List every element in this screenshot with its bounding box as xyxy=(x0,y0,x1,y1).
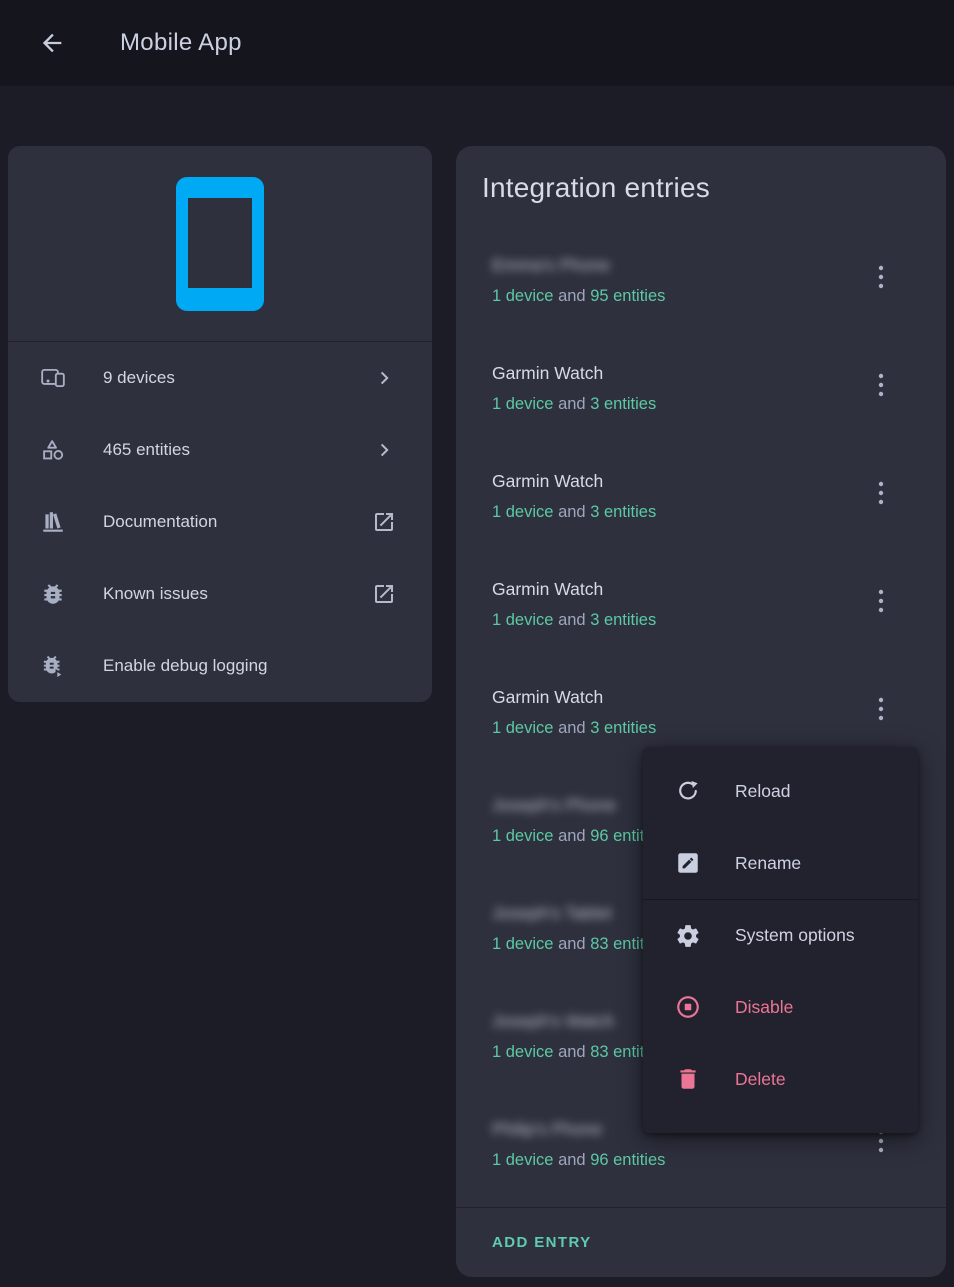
dots-vertical-icon xyxy=(869,478,893,508)
entry-menu-button[interactable] xyxy=(869,262,893,292)
arrow-left-icon xyxy=(38,29,66,57)
entry-subtitle-connector: and xyxy=(558,1151,586,1169)
dots-vertical-icon xyxy=(869,586,893,616)
entry-subtitle: 1 device and 3 entities xyxy=(492,393,876,415)
entry-devices-link[interactable]: 1 device xyxy=(492,395,553,413)
open-in-new-icon xyxy=(372,582,396,606)
menu-item-disable[interactable]: Disable xyxy=(643,971,918,1043)
dots-vertical-icon xyxy=(869,370,893,400)
menu-item-label: Rename xyxy=(735,853,801,874)
documentation-label: Documentation xyxy=(103,512,372,532)
menu-item-label: System options xyxy=(735,925,855,946)
entry-devices-link[interactable]: 1 device xyxy=(492,719,553,737)
app-bar: Mobile App xyxy=(0,0,954,86)
menu-item-system-options[interactable]: System options xyxy=(643,899,918,971)
chevron-right-icon xyxy=(372,366,396,390)
entry-entities-link[interactable]: 3 entities xyxy=(590,395,656,413)
documentation-row[interactable]: Documentation xyxy=(8,486,432,558)
cellphone-icon xyxy=(176,177,264,311)
integration-hero xyxy=(8,146,432,342)
entry-entities-link[interactable]: 96 entities xyxy=(590,1151,665,1169)
entry-devices-link[interactable]: 1 device xyxy=(492,503,553,521)
chevron-right-icon xyxy=(372,438,396,462)
entry-name: Emma's Phone xyxy=(492,253,610,277)
menu-item-rename[interactable]: Rename xyxy=(643,827,918,899)
devices-row[interactable]: 9 devices xyxy=(8,342,432,414)
gear-icon xyxy=(675,923,701,949)
entry-devices-link[interactable]: 1 device xyxy=(492,827,553,845)
menu-item-label: Reload xyxy=(735,781,790,802)
add-entry-button[interactable]: ADD ENTRY xyxy=(492,1234,592,1251)
stop-circle-icon xyxy=(675,994,701,1020)
entry-devices-link[interactable]: 1 device xyxy=(492,611,553,629)
known-issues-row[interactable]: Known issues xyxy=(8,558,432,630)
entry-subtitle-connector: and xyxy=(558,719,586,737)
entry-context-menu: Reload Rename System options Disable Del… xyxy=(643,747,918,1133)
entry-devices-link[interactable]: 1 device xyxy=(492,287,553,305)
menu-item-label: Disable xyxy=(735,997,793,1018)
entries-card-title: Integration entries xyxy=(456,146,946,204)
entry-menu-button[interactable] xyxy=(869,370,893,400)
enable-debug-logging-label: Enable debug logging xyxy=(103,656,396,676)
entries-card-footer: ADD ENTRY xyxy=(456,1207,946,1277)
entry-subtitle-connector: and xyxy=(558,503,586,521)
entry-name: Garmin Watch xyxy=(492,685,603,709)
menu-item-delete[interactable]: Delete xyxy=(643,1043,918,1115)
entry-row: Emma's Phone 1 device and 95 entities xyxy=(456,238,946,346)
entry-menu-button[interactable] xyxy=(869,694,893,724)
entry-name: Philip's Phone xyxy=(492,1117,602,1141)
shapes-icon xyxy=(40,437,66,463)
trash-icon xyxy=(675,1066,701,1092)
entry-subtitle-connector: and xyxy=(558,611,586,629)
page-title: Mobile App xyxy=(120,29,242,57)
entry-menu-button[interactable] xyxy=(869,586,893,616)
entry-subtitle-connector: and xyxy=(558,1043,586,1061)
entry-row: Garmin Watch 1 device and 3 entities xyxy=(456,562,946,670)
entry-name: Joseph's Tablet xyxy=(492,901,612,925)
entry-subtitle: 1 device and 95 entities xyxy=(492,285,876,307)
menu-item-reload[interactable]: Reload xyxy=(643,755,918,827)
entry-subtitle-connector: and xyxy=(558,935,586,953)
enable-debug-logging-row[interactable]: Enable debug logging xyxy=(8,630,432,702)
entry-entities-link[interactable]: 3 entities xyxy=(590,719,656,737)
entry-subtitle-connector: and xyxy=(558,287,586,305)
entry-subtitle-connector: and xyxy=(558,395,586,413)
entities-row[interactable]: 465 entities xyxy=(8,414,432,486)
entry-subtitle-connector: and xyxy=(558,827,586,845)
entry-subtitle: 1 device and 3 entities xyxy=(492,717,876,739)
entry-devices-link[interactable]: 1 device xyxy=(492,935,553,953)
dots-vertical-icon xyxy=(869,694,893,724)
back-button[interactable] xyxy=(38,29,66,57)
entry-entities-link[interactable]: 3 entities xyxy=(590,611,656,629)
entry-name: Joseph's Phone xyxy=(492,793,616,817)
entry-subtitle: 1 device and 96 entities xyxy=(492,1149,876,1171)
entry-name: Garmin Watch xyxy=(492,361,603,385)
menu-item-label: Delete xyxy=(735,1069,786,1090)
entry-row: Garmin Watch 1 device and 3 entities xyxy=(456,346,946,454)
entry-devices-link[interactable]: 1 device xyxy=(492,1151,553,1169)
entry-entities-link[interactable]: 95 entities xyxy=(590,287,665,305)
known-issues-label: Known issues xyxy=(103,584,372,604)
entry-entities-link[interactable]: 3 entities xyxy=(590,503,656,521)
entry-name: Garmin Watch xyxy=(492,577,603,601)
dots-vertical-icon xyxy=(869,262,893,292)
bug-play-icon xyxy=(40,653,66,679)
entities-count-label: 465 entities xyxy=(103,440,372,460)
pencil-box-icon xyxy=(675,850,701,876)
entry-name: Garmin Watch xyxy=(492,469,603,493)
bug-icon xyxy=(40,581,66,607)
reload-icon xyxy=(675,778,701,804)
devices-icon xyxy=(40,365,66,391)
open-in-new-icon xyxy=(372,510,396,534)
entry-devices-link[interactable]: 1 device xyxy=(492,1043,553,1061)
entry-subtitle: 1 device and 3 entities xyxy=(492,501,876,523)
entry-name: Joseph's Watch xyxy=(492,1009,614,1033)
entry-subtitle: 1 device and 3 entities xyxy=(492,609,876,631)
entry-menu-button[interactable] xyxy=(869,478,893,508)
integration-info-card: 9 devices 465 entities Documenta xyxy=(8,146,432,702)
integration-info-list: 9 devices 465 entities Documenta xyxy=(8,342,432,702)
entry-row: Garmin Watch 1 device and 3 entities xyxy=(456,454,946,562)
bookshelf-icon xyxy=(40,509,66,535)
devices-count-label: 9 devices xyxy=(103,368,372,388)
